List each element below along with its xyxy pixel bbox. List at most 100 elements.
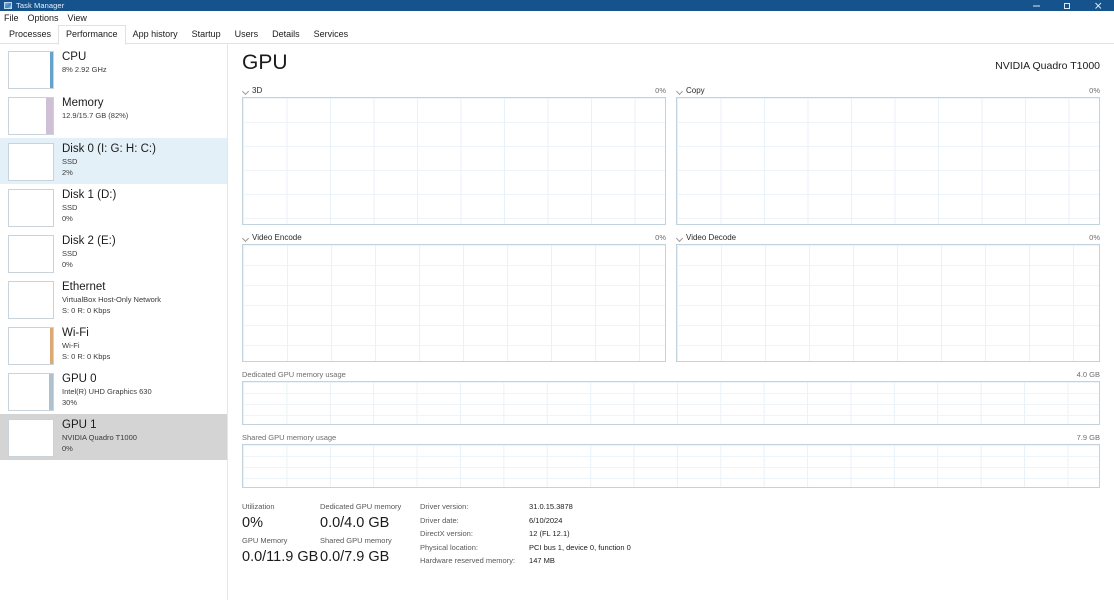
graph-value: 0%	[655, 86, 666, 95]
sidebar-item-wifi[interactable]: Wi-Fi Wi-Fi S: 0 R: 0 Kbps	[0, 322, 227, 368]
graph-scale-max: 4.0 GB	[1076, 370, 1100, 379]
stat-value: 0%	[242, 515, 263, 531]
minimize-button[interactable]	[1021, 0, 1052, 11]
stat-label: GPU Memory	[242, 536, 288, 545]
graph-label: Copy	[686, 86, 705, 95]
info-key: Driver version:	[420, 502, 469, 511]
sidebar-item-detail: S: 0 R: 0 Kbps	[62, 306, 111, 315]
menu-item-view[interactable]: View	[68, 11, 87, 25]
stats-panel: Utilization 0% GPU Memory 0.0/11.9 GB De…	[242, 501, 1100, 569]
engine-graph-row-2: Video Encode 0% Video Decode 0%	[242, 232, 1100, 362]
graph-header-dedicated-memory: Dedicated GPU memory usage 4.0 GB	[242, 369, 1100, 380]
sidebar-item-disk-2[interactable]: Disk 2 (E:) SSD 0%	[0, 230, 227, 276]
sidebar-item-detail: 0%	[62, 214, 73, 223]
chevron-down-icon[interactable]	[242, 87, 249, 94]
graph-dedicated-memory[interactable]	[242, 381, 1100, 425]
graph-copy[interactable]	[676, 97, 1100, 225]
graph-label: Video Decode	[686, 233, 737, 242]
sidebar-item-detail: 8% 2.92 GHz	[62, 65, 107, 74]
graph-value: 0%	[1089, 233, 1100, 242]
disk-2-thumbnail-graph	[8, 235, 54, 273]
graph-header-shared-memory: Shared GPU memory usage 7.9 GB	[242, 432, 1100, 443]
sidebar-item-detail: 2%	[62, 168, 73, 177]
info-key: Driver date:	[420, 515, 459, 525]
graph-video-encode[interactable]	[242, 244, 666, 362]
close-button[interactable]	[1083, 0, 1114, 11]
menu-item-options[interactable]: Options	[28, 11, 59, 25]
sidebar-item-label: Memory	[62, 97, 104, 109]
graph-header-video-encode: Video Encode 0%	[242, 232, 666, 243]
wifi-thumbnail-graph	[8, 327, 54, 365]
tab-startup[interactable]: Startup	[185, 26, 228, 44]
sidebar-item-detail: 30%	[62, 398, 78, 407]
sidebar-item-ethernet[interactable]: Ethernet VirtualBox Host-Only Network S:…	[0, 276, 227, 322]
graph-label: 3D	[252, 86, 263, 95]
sidebar-item-gpu-0[interactable]: GPU 0 Intel(R) UHD Graphics 630 30%	[0, 368, 227, 414]
page-title: GPU	[242, 51, 288, 74]
graph-3d[interactable]	[242, 97, 666, 225]
sidebar-item-cpu[interactable]: CPU 8% 2.92 GHz	[0, 46, 227, 92]
tab-services[interactable]: Services	[307, 26, 356, 44]
sidebar-item-detail: S: 0 R: 0 Kbps	[62, 352, 111, 361]
table-row: Hardware reserved memory: 147 MB	[420, 555, 631, 569]
graph-header-copy: Copy 0%	[676, 85, 1100, 96]
chevron-down-icon[interactable]	[676, 234, 683, 241]
info-value: 31.0.15.3878	[529, 502, 573, 511]
graph-shared-memory[interactable]	[242, 444, 1100, 488]
disk-0-thumbnail-graph	[8, 143, 54, 181]
cpu-thumbnail-graph	[8, 51, 54, 89]
stat-column-gpu-memory: Dedicated GPU memory 0.0/4.0 GB Shared G…	[320, 501, 412, 569]
graph-scale-max: 7.9 GB	[1076, 433, 1100, 442]
graph-label: Dedicated GPU memory usage	[242, 370, 346, 379]
disk-1-thumbnail-graph	[8, 189, 54, 227]
graph-value: 0%	[655, 233, 666, 242]
tab-details[interactable]: Details	[265, 26, 307, 44]
sidebar-item-detail: 0%	[62, 444, 73, 453]
content-area: CPU 8% 2.92 GHz Memory 12.9/15.7 GB (82%…	[0, 44, 1114, 600]
device-info-table: Driver version: 31.0.15.3878 Driver date…	[420, 501, 631, 569]
shared-memory-block: Shared GPU memory usage 7.9 GB	[242, 432, 1100, 488]
table-row: Physical location: PCI bus 1, device 0, …	[420, 542, 631, 556]
info-value: 147 MB	[529, 556, 555, 566]
gpu-detail-panel: GPU NVIDIA Quadro T1000 3D 0% Copy 0% Vi…	[228, 44, 1114, 600]
chevron-down-icon[interactable]	[242, 234, 249, 241]
tab-performance[interactable]: Performance	[58, 25, 126, 45]
tab-processes[interactable]: Processes	[2, 26, 58, 44]
info-value: 6/10/2024	[529, 515, 563, 525]
chevron-down-icon[interactable]	[676, 87, 683, 94]
graph-video-decode[interactable]	[676, 244, 1100, 362]
info-key: Hardware reserved memory:	[420, 556, 516, 566]
sidebar-item-subtype: NVIDIA Quadro T1000	[62, 433, 137, 442]
sidebar-item-subtype: Wi-Fi	[62, 341, 80, 350]
table-row: Driver date: 6/10/2024	[420, 515, 631, 529]
sidebar-item-label: Ethernet	[62, 281, 106, 293]
tab-app-history[interactable]: App history	[126, 26, 185, 44]
window-title: Task Manager	[16, 1, 65, 10]
dedicated-memory-block: Dedicated GPU memory usage 4.0 GB	[242, 369, 1100, 425]
stat-label: Utilization	[242, 502, 275, 511]
sidebar-item-gpu-1[interactable]: GPU 1 NVIDIA Quadro T1000 0%	[0, 414, 227, 460]
engine-graph-row-1: 3D 0% Copy 0%	[242, 85, 1100, 225]
stat-column-utilization: Utilization 0% GPU Memory 0.0/11.9 GB	[242, 501, 320, 569]
tab-bar: Processes Performance App history Startu…	[0, 25, 1114, 45]
stat-label: Shared GPU memory	[320, 536, 392, 545]
device-name: NVIDIA Quadro T1000	[995, 60, 1100, 72]
graph-label: Video Encode	[252, 233, 302, 242]
memory-thumbnail-graph	[8, 97, 54, 135]
resource-sidebar[interactable]: CPU 8% 2.92 GHz Memory 12.9/15.7 GB (82%…	[0, 44, 228, 600]
ethernet-thumbnail-graph	[8, 281, 54, 319]
task-manager-icon	[4, 2, 12, 9]
graph-value: 0%	[1089, 86, 1100, 95]
sidebar-item-disk-0[interactable]: Disk 0 (I: G: H: C:) SSD 2%	[0, 138, 227, 184]
restore-button[interactable]	[1052, 0, 1083, 11]
sidebar-item-memory[interactable]: Memory 12.9/15.7 GB (82%)	[0, 92, 227, 138]
sidebar-item-subtype: VirtualBox Host-Only Network	[62, 295, 162, 304]
sidebar-item-subtype: Intel(R) UHD Graphics 630	[62, 387, 152, 396]
sidebar-item-disk-1[interactable]: Disk 1 (D:) SSD 0%	[0, 184, 227, 230]
title-bar: Task Manager	[0, 0, 1114, 11]
menu-item-file[interactable]: File	[4, 11, 19, 25]
stat-label: Dedicated GPU memory	[320, 502, 402, 511]
tab-users[interactable]: Users	[228, 26, 266, 44]
gpu-1-thumbnail-graph	[8, 419, 54, 457]
sidebar-item-subtype: SSD	[62, 203, 78, 212]
